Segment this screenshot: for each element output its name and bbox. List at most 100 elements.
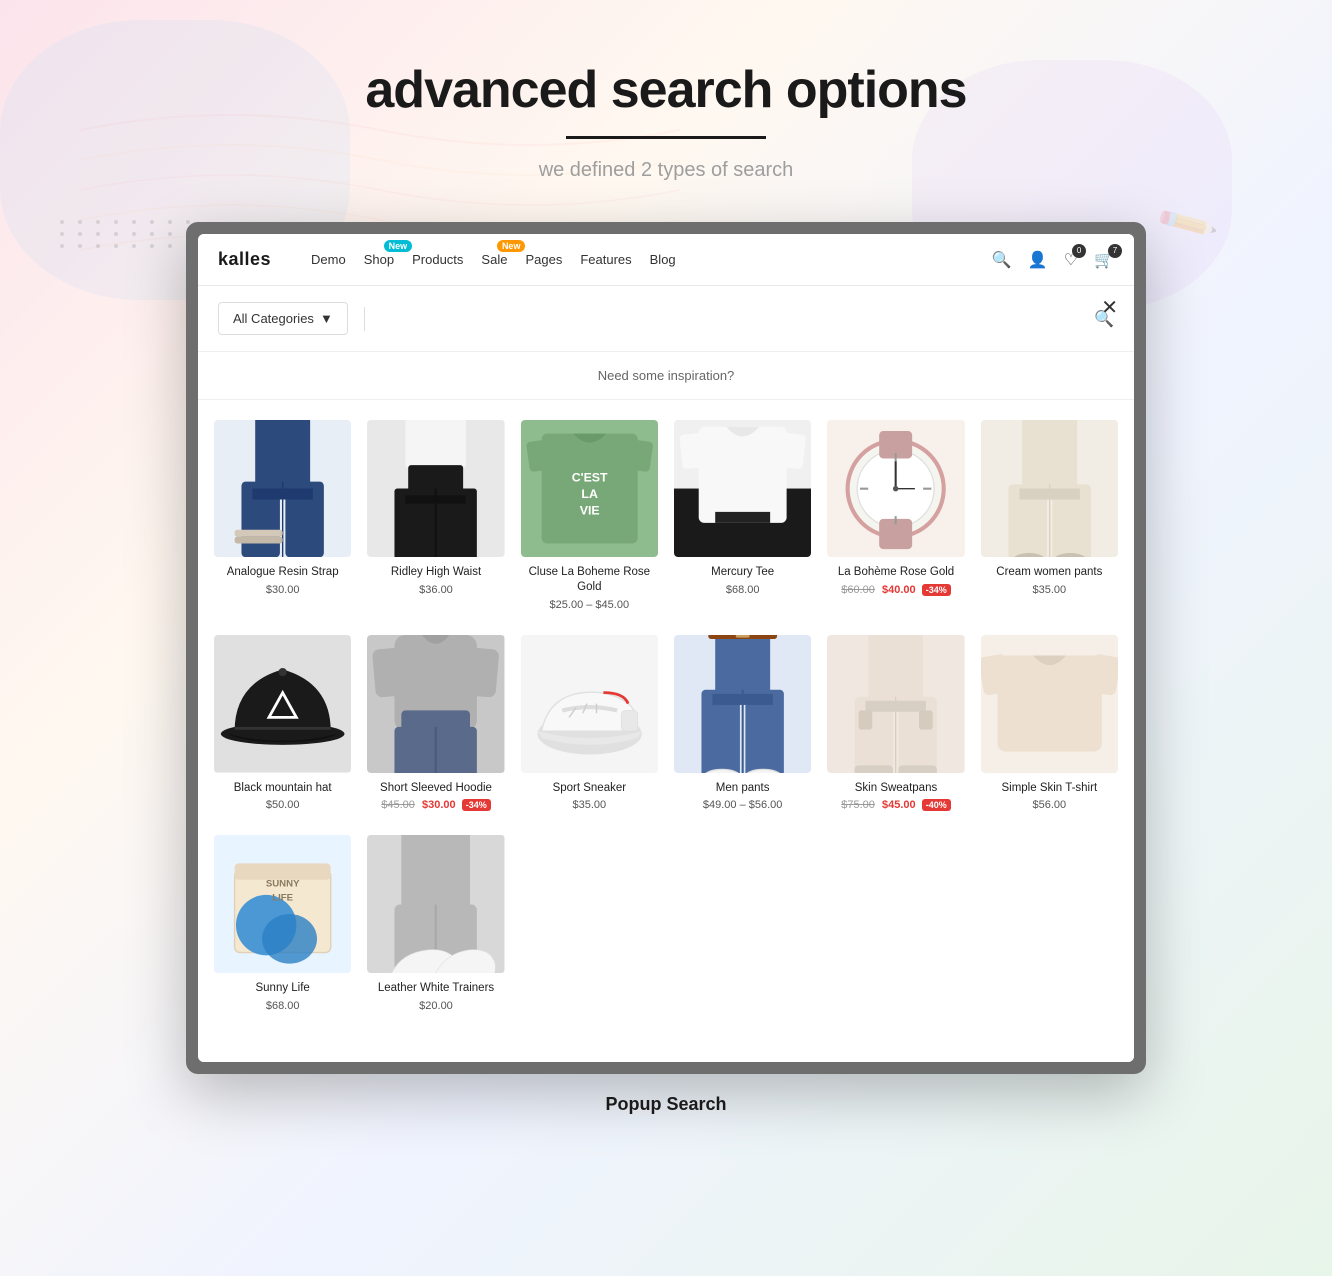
product-card-1[interactable]: Analogue Resin Strap $30.00 — [206, 408, 359, 623]
nav-item-products[interactable]: Products — [412, 248, 463, 271]
product-svg-6 — [981, 420, 1118, 557]
product-name-14: Leather White Trainers — [367, 981, 504, 996]
product-price-5: $60.00 $40.00 -34% — [827, 584, 964, 596]
product-svg-14 — [367, 835, 504, 972]
product-name-4: Mercury Tee — [674, 565, 811, 580]
product-name-11: Skin Sweatpans — [827, 781, 964, 796]
page-subtitle: we defined 2 types of search — [539, 159, 794, 182]
nav-item-blog[interactable]: Blog — [650, 248, 676, 271]
product-name-8: Short Sleeved Hoodie — [367, 781, 504, 796]
product-image-4 — [674, 420, 811, 557]
price-sale-11: $45.00 — [882, 799, 916, 811]
product-image-9 — [521, 635, 658, 772]
product-image-3: C'EST LA VIE — [521, 420, 658, 557]
account-icon[interactable]: 👤 — [1028, 250, 1048, 270]
browser-inner: kalles Demo Shop New Products Sale New P… — [198, 234, 1134, 1062]
product-card-2[interactable]: Ridley High Waist $36.00 — [359, 408, 512, 623]
svg-text:LA: LA — [581, 487, 598, 501]
nav-badge-shop: New — [384, 240, 413, 252]
wishlist-badge: 0 — [1072, 244, 1086, 258]
product-grid: Analogue Resin Strap $30.00 — [198, 400, 1134, 1032]
price-original-11: $75.00 — [841, 799, 875, 811]
discount-badge-8: -34% — [462, 799, 491, 811]
price-original-8: $45.00 — [381, 799, 415, 811]
product-price-10: $49.00 – $56.00 — [674, 799, 811, 811]
product-svg-8 — [367, 635, 504, 772]
nav-icons: 🔍 👤 ♡ 0 🛒 7 — [992, 250, 1114, 270]
product-price-8: $45.00 $30.00 -34% — [367, 799, 504, 811]
product-price-13: $68.00 — [214, 1000, 351, 1012]
product-image-7 — [214, 635, 351, 772]
page-title: advanced search options — [365, 60, 966, 120]
product-card-13[interactable]: SUNNY LIFE Sunny Life $68.00 — [206, 823, 359, 1023]
product-name-13: Sunny Life — [214, 981, 351, 996]
search-input[interactable] — [381, 303, 1082, 335]
price-sale-8: $30.00 — [422, 799, 456, 811]
nav-items: Demo Shop New Products Sale New Pages Fe… — [311, 248, 972, 271]
product-card-11[interactable]: Skin Sweatpans $75.00 $45.00 -40% — [819, 623, 972, 823]
search-icon[interactable]: 🔍 — [992, 250, 1012, 270]
search-popup: ✕ All Categories ▼ 🔍 Need some inspirati… — [198, 286, 1134, 1062]
product-name-9: Sport Sneaker — [521, 781, 658, 796]
product-card-4[interactable]: Mercury Tee $68.00 — [666, 408, 819, 623]
svg-text:C'EST: C'EST — [571, 471, 607, 485]
product-name-12: Simple Skin T-shirt — [981, 781, 1118, 796]
product-price-7: $50.00 — [214, 799, 351, 811]
category-label: All Categories — [233, 311, 314, 326]
product-price-12: $56.00 — [981, 799, 1118, 811]
product-svg-4 — [674, 420, 811, 557]
cart-icon[interactable]: 🛒 7 — [1094, 250, 1114, 270]
product-card-5[interactable]: La Bohème Rose Gold $60.00 $40.00 -34% — [819, 408, 972, 623]
product-svg-11 — [827, 635, 964, 772]
discount-badge-11: -40% — [922, 799, 951, 811]
close-button[interactable]: ✕ — [1101, 298, 1118, 318]
nav-item-features[interactable]: Features — [580, 248, 631, 271]
nav-item-demo[interactable]: Demo — [311, 248, 346, 271]
product-image-5 — [827, 420, 964, 557]
search-popup-header: All Categories ▼ 🔍 — [198, 286, 1134, 352]
product-svg-2 — [367, 420, 504, 557]
product-svg-5 — [827, 420, 964, 557]
nav-item-pages[interactable]: Pages — [525, 248, 562, 271]
product-card-14[interactable]: Leather White Trainers $20.00 — [359, 823, 512, 1023]
product-image-2 — [367, 420, 504, 557]
product-name-10: Men pants — [674, 781, 811, 796]
product-svg-13: SUNNY LIFE — [214, 835, 351, 972]
product-svg-7 — [214, 635, 351, 772]
product-price-2: $36.00 — [367, 584, 504, 596]
divider — [364, 307, 365, 331]
nav-item-sale[interactable]: Sale New — [481, 248, 507, 271]
product-price-14: $20.00 — [367, 1000, 504, 1012]
product-image-11 — [827, 635, 964, 772]
product-card-10[interactable]: Men pants $49.00 – $56.00 — [666, 623, 819, 823]
product-price-4: $68.00 — [674, 584, 811, 596]
product-name-7: Black mountain hat — [214, 781, 351, 796]
svg-text:SUNNY: SUNNY — [266, 878, 300, 889]
chevron-down-icon: ▼ — [320, 311, 333, 326]
product-price-11: $75.00 $45.00 -40% — [827, 799, 964, 811]
product-card-8[interactable]: Short Sleeved Hoodie $45.00 $30.00 -34% — [359, 623, 512, 823]
price-original-5: $60.00 — [841, 584, 875, 596]
product-card-6[interactable]: Cream women pants $35.00 — [973, 408, 1126, 623]
navbar-logo: kalles — [218, 249, 271, 270]
product-image-10 — [674, 635, 811, 772]
product-card-7[interactable]: Black mountain hat $50.00 — [206, 623, 359, 823]
product-svg-1 — [214, 420, 351, 557]
svg-text:VIE: VIE — [579, 504, 599, 518]
product-image-13: SUNNY LIFE — [214, 835, 351, 972]
nav-item-shop[interactable]: Shop New — [364, 248, 394, 271]
price-sale-5: $40.00 — [882, 584, 916, 596]
product-price-9: $35.00 — [521, 799, 658, 811]
product-card-3[interactable]: C'EST LA VIE Cluse La Boheme Rose Gold $… — [513, 408, 666, 623]
navbar: kalles Demo Shop New Products Sale New P… — [198, 234, 1134, 286]
product-svg-10 — [674, 635, 811, 772]
product-image-6 — [981, 420, 1118, 557]
product-card-9[interactable]: Sport Sneaker $35.00 — [513, 623, 666, 823]
product-name-2: Ridley High Waist — [367, 565, 504, 580]
product-image-14 — [367, 835, 504, 972]
product-price-3: $25.00 – $45.00 — [521, 599, 658, 611]
wishlist-icon[interactable]: ♡ 0 — [1064, 250, 1078, 270]
category-select[interactable]: All Categories ▼ — [218, 302, 348, 335]
product-card-12[interactable]: Simple Skin T-shirt $56.00 — [973, 623, 1126, 823]
svg-text:LIFE: LIFE — [272, 892, 293, 903]
